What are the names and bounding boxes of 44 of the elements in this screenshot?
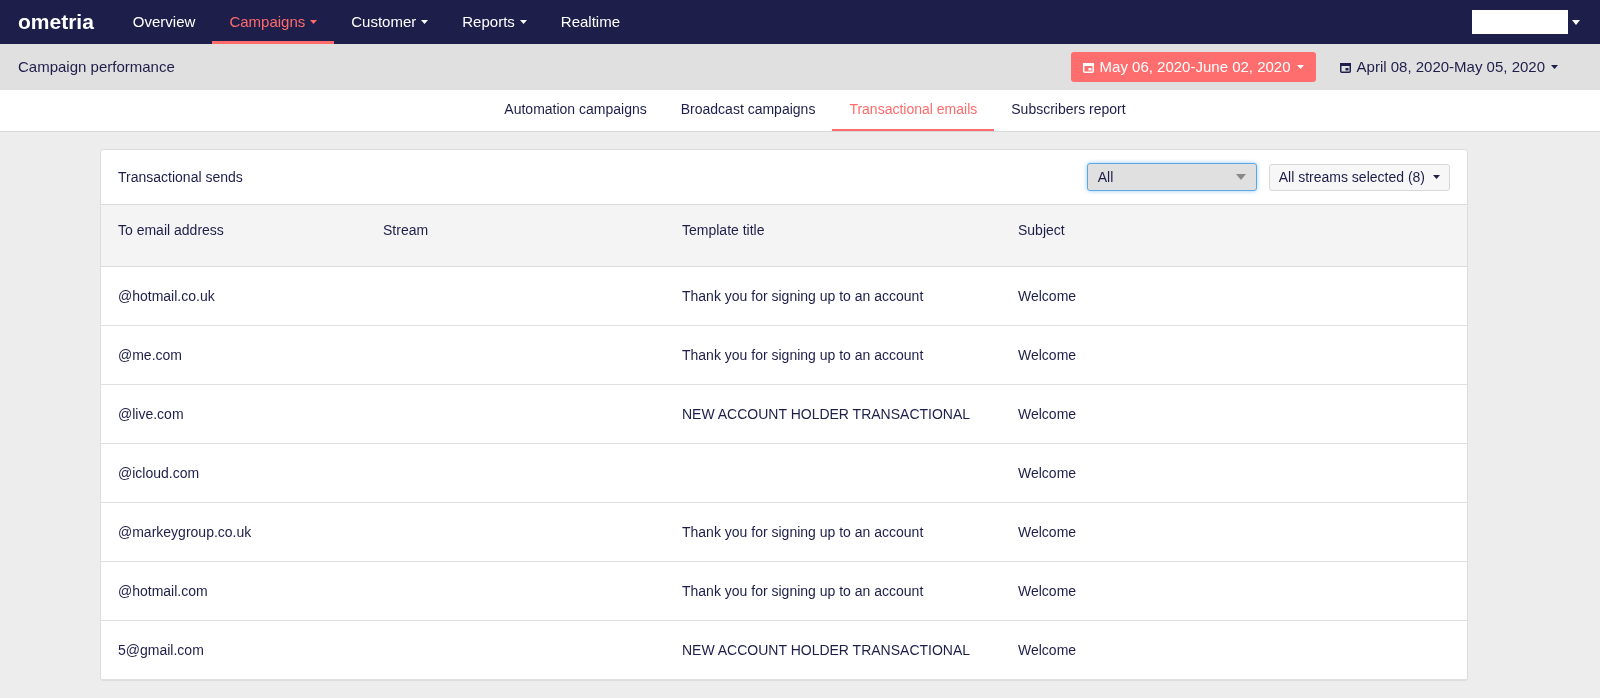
table-cell: @icloud.com xyxy=(118,465,200,481)
nav-item[interactable]: Customer xyxy=(334,0,446,44)
caret-icon xyxy=(1551,65,1558,69)
nav-item[interactable]: Realtime xyxy=(543,0,637,44)
table-cell: Welcome xyxy=(1018,288,1077,304)
table-cell: Welcome xyxy=(1018,465,1077,481)
table-cell: Welcome xyxy=(1018,583,1077,599)
tab[interactable]: Broadcast campaigns xyxy=(663,90,833,131)
table-cell: @hotmail.com xyxy=(118,583,208,599)
page-title: Campaign performance xyxy=(18,56,175,77)
table-cell: @live.com xyxy=(118,406,184,422)
table-cell: Thank you for signing up to an account xyxy=(682,347,924,363)
calendar-icon xyxy=(1082,61,1094,73)
table-cell: NEW ACCOUNT HOLDER TRANSACTIONAL xyxy=(682,642,971,658)
streams-dropdown-button[interactable]: All streams selected (8) xyxy=(1268,163,1450,191)
column-header: Template title xyxy=(682,222,765,238)
table-cell: @hotmail.co.uk xyxy=(118,288,215,304)
filter-dropdown[interactable]: All xyxy=(1086,163,1257,191)
calendar-icon xyxy=(1339,61,1351,73)
caret-icon xyxy=(1296,65,1304,69)
column-header: Subject xyxy=(1018,222,1065,238)
date-range-button[interactable]: April 08, 2020-May 05, 2020 xyxy=(1327,52,1570,82)
table-cell: 5@gmail.com xyxy=(118,642,204,658)
table-cell: Thank you for signing up to an account xyxy=(682,583,924,599)
table-cell: Welcome xyxy=(1018,406,1077,422)
table-cell: @me.com xyxy=(118,347,182,363)
caret-icon[interactable] xyxy=(1572,19,1580,25)
table-cell: Welcome xyxy=(1018,524,1077,540)
caret-icon xyxy=(1235,174,1246,180)
tab[interactable]: Automation campaigns xyxy=(487,90,664,131)
column-header: Stream xyxy=(383,222,429,238)
nav-item[interactable]: Overview xyxy=(115,0,213,44)
card-title: Transactional sends xyxy=(118,167,243,187)
table-cell: Welcome xyxy=(1018,347,1077,363)
table-cell: Thank you for signing up to an account xyxy=(682,288,924,304)
table-cell: Welcome xyxy=(1018,642,1077,658)
tab[interactable]: Subscribers report xyxy=(994,90,1143,131)
table-cell: NEW ACCOUNT HOLDER TRANSACTIONAL xyxy=(682,406,971,422)
column-header: To email address xyxy=(118,222,224,238)
table-cell: @markeygroup.co.uk xyxy=(118,524,252,540)
table-cell: Thank you for signing up to an account xyxy=(682,524,924,540)
logo[interactable]: ometria xyxy=(18,6,94,38)
nav-item[interactable]: Reports xyxy=(445,0,544,44)
caret-icon xyxy=(1433,175,1440,179)
